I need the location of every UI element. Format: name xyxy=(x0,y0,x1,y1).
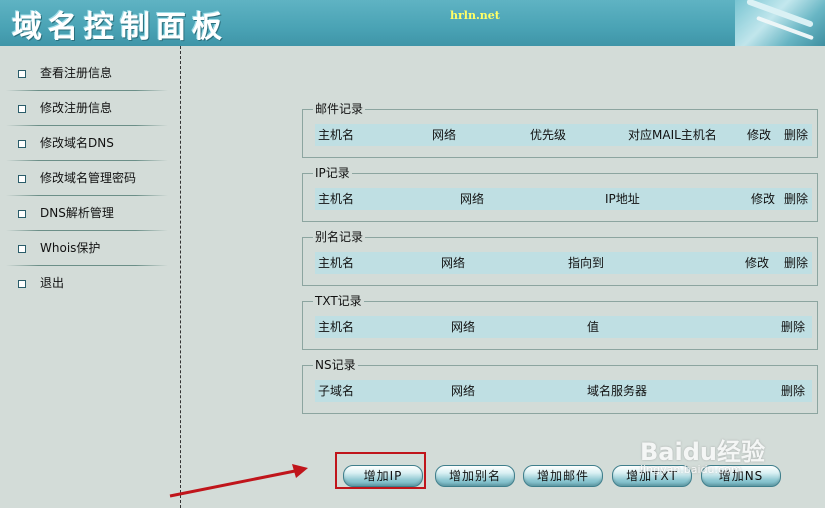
alias-records-section: 别名记录 主机名 网络 指向到 修改 删除 xyxy=(302,230,818,286)
add-alias-button[interactable]: 增加别名 xyxy=(435,465,515,487)
col-network: 网络 xyxy=(460,192,485,206)
col-mail-host: 对应MAIL主机名 xyxy=(628,128,717,142)
ns-records-section: NS记录 子域名 网络 域名服务器 删除 xyxy=(302,358,818,414)
sidebar-item-label: Whois保护 xyxy=(40,241,101,255)
square-bullet-icon xyxy=(18,70,26,78)
header-bar: 域名控制面板 hrln.net xyxy=(0,0,825,46)
col-delete: 删除 xyxy=(781,384,806,398)
col-value: 值 xyxy=(587,320,600,334)
section-legend: TXT记录 xyxy=(313,294,364,308)
col-hostname: 主机名 xyxy=(318,256,355,270)
square-bullet-icon xyxy=(18,140,26,148)
section-legend: 别名记录 xyxy=(313,230,366,244)
col-ip-address: IP地址 xyxy=(605,192,640,206)
sidebar-item-edit-password[interactable]: 修改域名管理密码 xyxy=(0,161,180,196)
sidebar-item-edit-registration[interactable]: 修改注册信息 xyxy=(0,91,180,126)
col-edit: 修改 xyxy=(751,192,776,206)
sidebar-item-label: DNS解析管理 xyxy=(40,206,114,220)
section-legend: 邮件记录 xyxy=(313,102,366,116)
sidebar-item-logout[interactable]: 退出 xyxy=(0,266,180,301)
col-points-to: 指向到 xyxy=(568,256,605,270)
add-mail-button[interactable]: 增加邮件 xyxy=(523,465,603,487)
square-bullet-icon xyxy=(18,105,26,113)
col-nameserver: 域名服务器 xyxy=(587,384,648,398)
mail-records-section: 邮件记录 主机名 网络 优先级 对应MAIL主机名 修改 删除 xyxy=(302,102,818,158)
watermark-brand: Baidu经验 xyxy=(640,438,765,466)
col-delete: 删除 xyxy=(781,320,806,334)
sidebar: 查看注册信息 修改注册信息 修改域名DNS 修改域名管理密码 DNS解析管理 W… xyxy=(0,46,181,508)
section-legend: NS记录 xyxy=(313,358,358,372)
sidebar-item-label: 修改注册信息 xyxy=(40,101,113,115)
col-hostname: 主机名 xyxy=(318,320,355,334)
page-title: 域名控制面板 xyxy=(12,10,228,45)
section-legend: IP记录 xyxy=(313,166,352,180)
col-delete: 删除 xyxy=(784,256,809,270)
sidebar-item-label: 修改域名管理密码 xyxy=(40,171,137,185)
table-header-row: 主机名 网络 值 删除 xyxy=(315,316,812,338)
table-header-row: 主机名 网络 优先级 对应MAIL主机名 修改 删除 xyxy=(315,124,812,146)
table-header-row: 主机名 网络 指向到 修改 删除 xyxy=(315,252,812,274)
col-hostname: 主机名 xyxy=(318,128,355,142)
sidebar-item-edit-dns[interactable]: 修改域名DNS xyxy=(0,126,180,161)
header-decoration-image xyxy=(735,0,825,46)
col-delete: 删除 xyxy=(784,128,809,142)
col-edit: 修改 xyxy=(745,256,770,270)
col-edit: 修改 xyxy=(747,128,772,142)
txt-records-section: TXT记录 主机名 网络 值 删除 xyxy=(302,294,818,350)
square-bullet-icon xyxy=(18,245,26,253)
sidebar-item-label: 修改域名DNS xyxy=(40,136,114,150)
sidebar-item-dns-management[interactable]: DNS解析管理 xyxy=(0,196,180,231)
col-network: 网络 xyxy=(451,384,476,398)
table-header-row: 子域名 网络 域名服务器 删除 xyxy=(315,380,812,402)
sidebar-item-label: 查看注册信息 xyxy=(40,66,113,80)
square-bullet-icon xyxy=(18,210,26,218)
col-priority: 优先级 xyxy=(530,128,567,142)
red-arrow-annotation xyxy=(169,464,308,498)
col-network: 网络 xyxy=(432,128,457,142)
table-header-row: 主机名 网络 IP地址 修改 删除 xyxy=(315,188,812,210)
col-subdomain: 子域名 xyxy=(318,384,355,398)
sidebar-item-view-registration[interactable]: 查看注册信息 xyxy=(0,56,180,91)
baidu-watermark: Baidu经验 jingyan.baidu.com xyxy=(640,432,765,476)
col-delete: 删除 xyxy=(784,192,809,206)
col-network: 网络 xyxy=(441,256,466,270)
square-bullet-icon xyxy=(18,175,26,183)
sidebar-item-whois-protection[interactable]: Whois保护 xyxy=(0,231,180,266)
site-name: hrln.net xyxy=(450,9,500,22)
add-ip-button[interactable]: 增加IP xyxy=(343,465,423,487)
square-bullet-icon xyxy=(18,280,26,288)
col-hostname: 主机名 xyxy=(318,192,355,206)
ip-records-section: IP记录 主机名 网络 IP地址 修改 删除 xyxy=(302,166,818,222)
col-network: 网络 xyxy=(451,320,476,334)
sidebar-item-label: 退出 xyxy=(40,276,65,290)
sidebar-menu: 查看注册信息 修改注册信息 修改域名DNS 修改域名管理密码 DNS解析管理 W… xyxy=(0,46,180,301)
